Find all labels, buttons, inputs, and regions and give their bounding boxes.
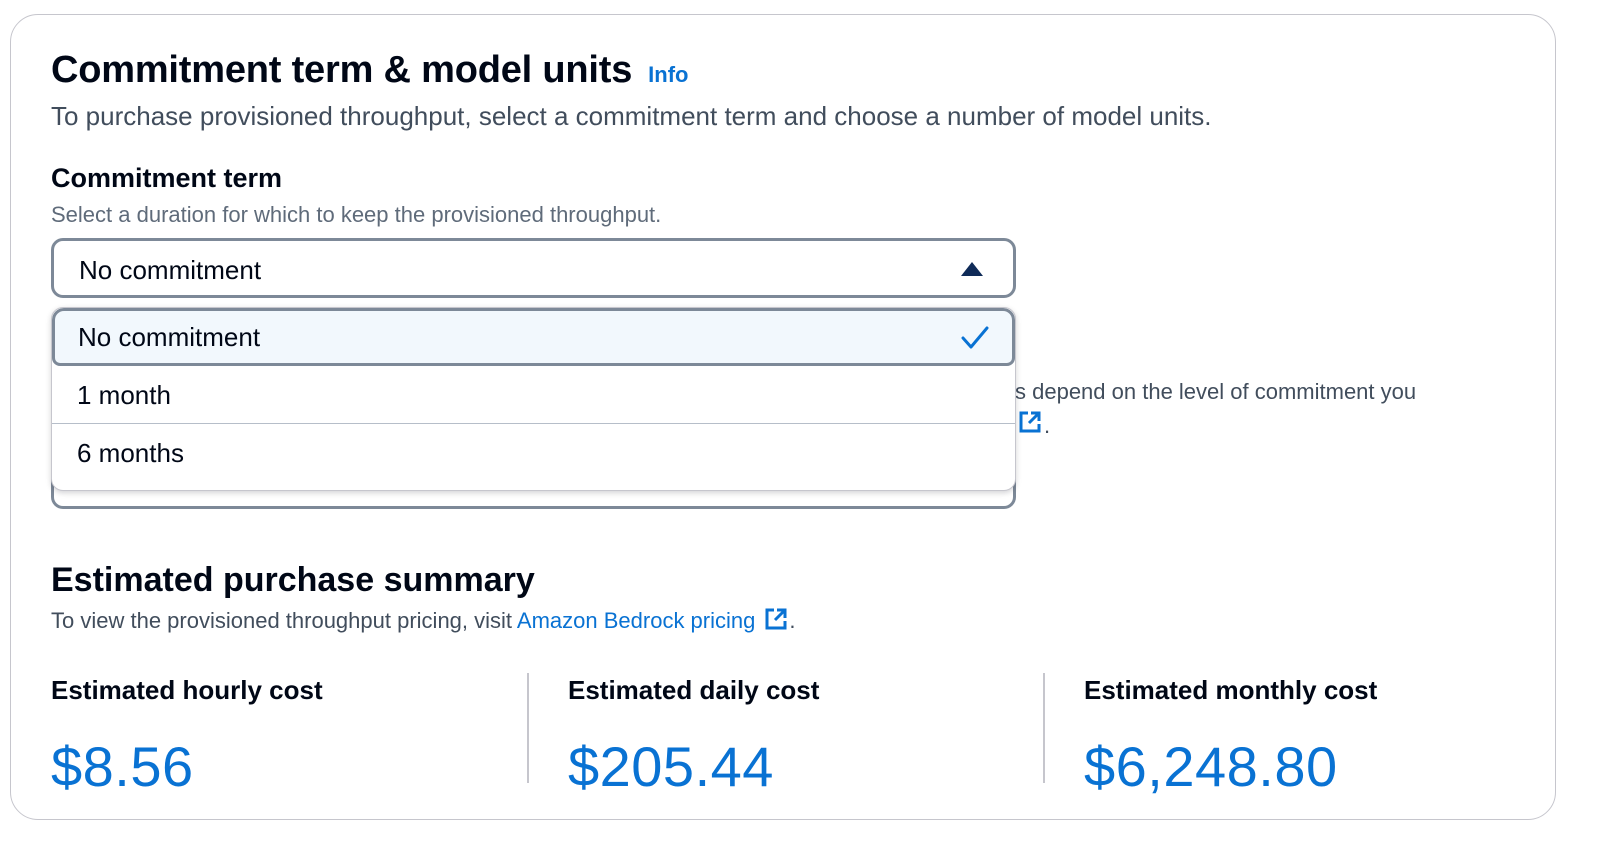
option-6-months[interactable]: 6 months <box>52 424 1015 482</box>
commitment-term-select[interactable]: No commitment <box>51 238 1016 298</box>
check-icon <box>961 326 989 349</box>
option-label: 6 months <box>77 438 184 468</box>
section-description: To purchase provisioned throughput, sele… <box>51 101 1212 131</box>
commitment-term-label: Commitment term <box>51 163 283 193</box>
summary-title: Estimated purchase summary <box>51 561 535 599</box>
section-title: Commitment term & model units <box>51 49 633 91</box>
option-label: 1 month <box>77 380 171 410</box>
obscured-description-text: s depend on the level of commitment you <box>1015 379 1417 404</box>
option-no-commitment[interactable]: No commitment <box>52 308 1015 366</box>
summary-description-suffix: . <box>789 608 796 633</box>
commitment-panel: Commitment term & model units Info To pu… <box>10 14 1556 820</box>
option-label: No commitment <box>78 322 261 352</box>
caret-up-icon <box>961 262 983 276</box>
daily-cost-label: Estimated daily cost <box>568 675 820 705</box>
cost-divider <box>1043 673 1045 783</box>
amazon-bedrock-pricing-link[interactable]: Amazon Bedrock pricing <box>517 608 789 633</box>
hourly-cost-value: $8.56 <box>51 735 194 798</box>
summary-description-prefix: To view the provisioned throughput prici… <box>51 608 517 633</box>
commitment-term-selected-value: No commitment <box>79 255 262 285</box>
section-header: Commitment term & model units Info <box>51 49 688 92</box>
commitment-term-description: Select a duration for which to keep the … <box>51 202 662 227</box>
pricing-link-label: Amazon Bedrock pricing <box>516 608 756 633</box>
info-link[interactable]: Info <box>648 62 688 88</box>
cost-divider <box>527 673 529 783</box>
obscured-description-period: . <box>1044 413 1051 438</box>
monthly-cost: Estimated monthly cost $6,248.80 <box>1084 675 1378 798</box>
hourly-cost: Estimated hourly cost $8.56 <box>51 675 323 798</box>
external-link-icon[interactable] <box>1017 409 1043 435</box>
option-1-month[interactable]: 1 month <box>52 366 1015 424</box>
monthly-cost-value: $6,248.80 <box>1084 735 1338 798</box>
hourly-cost-label: Estimated hourly cost <box>51 675 323 705</box>
external-link-icon <box>765 608 787 630</box>
commitment-term-dropdown: No commitment 1 month 6 months <box>51 307 1016 491</box>
monthly-cost-label: Estimated monthly cost <box>1084 675 1378 705</box>
daily-cost: Estimated daily cost $205.44 <box>568 675 820 798</box>
summary-description: To view the provisioned throughput prici… <box>51 606 796 634</box>
daily-cost-value: $205.44 <box>568 735 774 798</box>
